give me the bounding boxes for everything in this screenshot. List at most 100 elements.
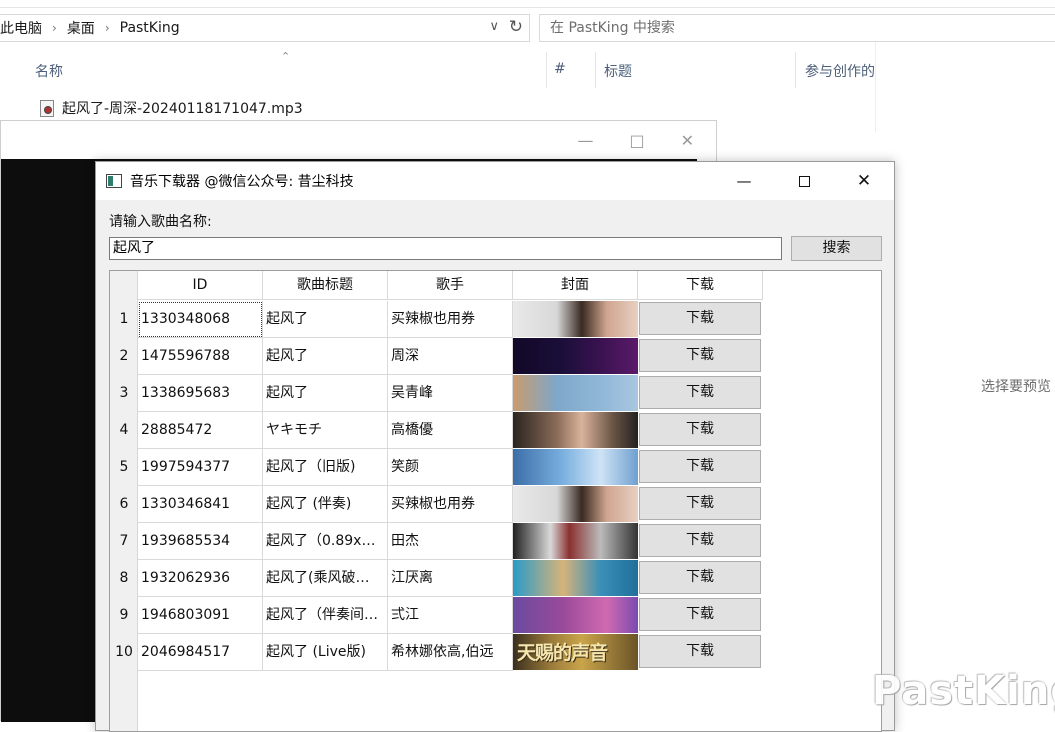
song-title-cell[interactable]: 起风了 bbox=[263, 375, 388, 412]
column-header-download[interactable]: 下载 bbox=[638, 271, 763, 300]
id-cell[interactable]: 1475596788 bbox=[138, 338, 263, 375]
table-row[interactable]: 1330346841 起风了 (伴奏) 买辣椒也用券 下载 bbox=[138, 486, 763, 523]
search-button[interactable]: 搜索 bbox=[791, 236, 882, 261]
download-button[interactable]: 下载 bbox=[639, 450, 761, 483]
artist-cell[interactable]: 买辣椒也用券 bbox=[388, 486, 513, 523]
file-name: 起风了-周深-20240118171047.mp3 bbox=[62, 101, 303, 117]
artist-cell[interactable]: 田杰 bbox=[388, 523, 513, 560]
artist-cell[interactable]: 弍江 bbox=[388, 597, 513, 634]
id-cell[interactable]: 1330348068 bbox=[138, 301, 263, 338]
download-button[interactable]: 下载 bbox=[639, 302, 761, 335]
table-row[interactable]: 1338695683 起风了 吴青峰 下载 bbox=[138, 375, 763, 412]
song-title-cell[interactable]: 起风了(乘风破… bbox=[263, 560, 388, 597]
artist-cell[interactable]: 笑颜 bbox=[388, 449, 513, 486]
column-divider[interactable] bbox=[595, 52, 596, 88]
download-button[interactable]: 下载 bbox=[639, 635, 761, 668]
column-divider[interactable] bbox=[795, 52, 796, 88]
table-row[interactable]: 1330348068 起风了 买辣椒也用券 下载 bbox=[138, 301, 763, 338]
close-icon: ✕ bbox=[856, 171, 872, 191]
table-row[interactable]: 1932062936 起风了(乘风破… 江厌离 下载 bbox=[138, 560, 763, 597]
artist-cell[interactable]: 买辣椒也用券 bbox=[388, 301, 513, 338]
table-row[interactable]: 1939685534 起风了（0.89x… 田杰 下载 bbox=[138, 523, 763, 560]
chevron-right-icon: › bbox=[52, 21, 57, 35]
watermark: PastKing bbox=[872, 668, 1055, 714]
song-title-cell[interactable]: 起风了（旧版) bbox=[263, 449, 388, 486]
column-header-artist[interactable]: 歌手 bbox=[388, 271, 513, 300]
row-number[interactable]: 7 bbox=[110, 523, 138, 560]
download-button[interactable]: 下载 bbox=[639, 376, 761, 409]
id-cell[interactable]: 1939685534 bbox=[138, 523, 263, 560]
song-title-cell[interactable]: 起风了（0.89x… bbox=[263, 523, 388, 560]
download-button[interactable]: 下载 bbox=[639, 487, 761, 520]
row-number[interactable]: 4 bbox=[110, 412, 138, 449]
row-number[interactable]: 2 bbox=[110, 338, 138, 375]
maximize-button[interactable] bbox=[774, 162, 834, 200]
download-button[interactable]: 下载 bbox=[639, 524, 761, 557]
id-cell[interactable]: 1932062936 bbox=[138, 560, 263, 597]
chevron-down-icon[interactable]: ∨ bbox=[489, 19, 499, 34]
song-title-cell[interactable]: 起风了（伴奏间… bbox=[263, 597, 388, 634]
song-search-input[interactable]: 起风了 bbox=[109, 237, 782, 260]
row-number[interactable]: 6 bbox=[110, 486, 138, 523]
minimize-icon[interactable]: — bbox=[577, 131, 593, 150]
id-cell[interactable]: 2046984517 bbox=[138, 634, 263, 671]
id-cell[interactable]: 28885472 bbox=[138, 412, 263, 449]
artist-cell[interactable]: 吴青峰 bbox=[388, 375, 513, 412]
id-cell[interactable]: 1997594377 bbox=[138, 449, 263, 486]
column-header-title[interactable]: 标题 bbox=[604, 61, 632, 81]
download-button[interactable]: 下载 bbox=[639, 339, 761, 372]
minimize-button[interactable]: — bbox=[714, 162, 774, 200]
close-icon[interactable]: ✕ bbox=[681, 131, 694, 150]
cover-image bbox=[513, 449, 638, 486]
download-button[interactable]: 下载 bbox=[639, 598, 761, 631]
table-row[interactable]: 2046984517 起风了 (Live版) 希林娜依高,伯远 天赐的声音 下载 bbox=[138, 634, 763, 671]
column-header-id[interactable]: ID bbox=[138, 271, 263, 300]
close-button[interactable]: ✕ bbox=[834, 162, 894, 200]
cover-image bbox=[513, 523, 638, 560]
song-title-cell[interactable]: 起风了 bbox=[263, 338, 388, 375]
column-divider[interactable] bbox=[546, 52, 547, 88]
artist-cell[interactable]: 希林娜依高,伯远 bbox=[388, 634, 513, 671]
id-cell[interactable]: 1338695683 bbox=[138, 375, 263, 412]
row-number[interactable]: 3 bbox=[110, 375, 138, 412]
song-title-cell[interactable]: 起风了 (Live版) bbox=[263, 634, 388, 671]
song-title-cell[interactable]: ヤキモチ bbox=[263, 412, 388, 449]
download-button[interactable]: 下载 bbox=[639, 413, 761, 446]
row-number[interactable]: 8 bbox=[110, 560, 138, 597]
table-row[interactable]: 1946803091 起风了（伴奏间… 弍江 下载 bbox=[138, 597, 763, 634]
song-title-cell[interactable]: 起风了 bbox=[263, 301, 388, 338]
cover-image bbox=[513, 412, 638, 449]
id-cell[interactable]: 1330346841 bbox=[138, 486, 263, 523]
audio-file-icon bbox=[40, 99, 54, 117]
file-item[interactable]: 起风了-周深-20240118171047.mp3 bbox=[40, 98, 303, 118]
title-bar[interactable]: 音乐下载器 @微信公众号: 昔尘科技 — ✕ bbox=[96, 162, 894, 200]
row-number[interactable]: 9 bbox=[110, 597, 138, 634]
table-row[interactable]: 1475596788 起风了 周深 下载 bbox=[138, 338, 763, 375]
artist-cell[interactable]: 高橋優 bbox=[388, 412, 513, 449]
song-title-cell[interactable]: 起风了 (伴奏) bbox=[263, 486, 388, 523]
sort-caret-icon: ⌃ bbox=[281, 50, 291, 63]
column-header-contributor[interactable]: 参与创作的 bbox=[805, 61, 875, 81]
explorer-search-input[interactable]: 在 PastKing 中搜索 bbox=[539, 14, 1055, 42]
column-header-song-title[interactable]: 歌曲标题 bbox=[263, 271, 388, 300]
column-header-cover[interactable]: 封面 bbox=[513, 271, 638, 300]
artist-cell[interactable]: 江厌离 bbox=[388, 560, 513, 597]
maximize-icon[interactable]: □ bbox=[629, 131, 644, 150]
id-cell[interactable]: 1946803091 bbox=[138, 597, 263, 634]
breadcrumb-desktop[interactable]: 桌面 bbox=[67, 18, 95, 38]
table-row[interactable]: 1997594377 起风了（旧版) 笑颜 下载 bbox=[138, 449, 763, 486]
pane-divider bbox=[875, 42, 876, 132]
results-table[interactable]: ID 歌曲标题 歌手 封面 下载 1 1330348068 起风了 买辣椒也用券 下载 2… bbox=[109, 270, 882, 732]
breadcrumb-this-pc[interactable]: 此电脑 bbox=[0, 18, 42, 38]
row-number[interactable]: 10 bbox=[110, 634, 138, 671]
refresh-icon[interactable]: ↻ bbox=[509, 17, 523, 37]
column-header-number[interactable]: # bbox=[554, 61, 566, 77]
download-button[interactable]: 下载 bbox=[639, 561, 761, 594]
address-bar[interactable]: 此电脑 › 桌面 › PastKing ∨ ↻ bbox=[0, 14, 530, 42]
row-number[interactable]: 5 bbox=[110, 449, 138, 486]
table-row[interactable]: 28885472 ヤキモチ 高橋優 下载 bbox=[138, 412, 763, 449]
column-header-name[interactable]: 名称 bbox=[35, 61, 63, 81]
row-number[interactable]: 1 bbox=[110, 301, 138, 338]
artist-cell[interactable]: 周深 bbox=[388, 338, 513, 375]
breadcrumb-pastking[interactable]: PastKing bbox=[120, 20, 180, 36]
